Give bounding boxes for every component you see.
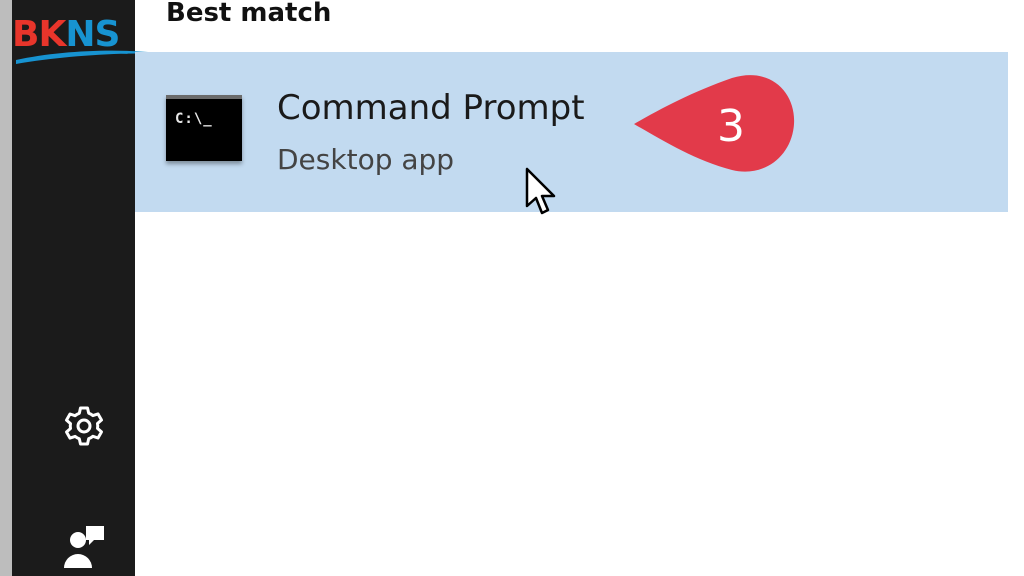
command-prompt-icon-glyph: C:\_ — [175, 111, 213, 127]
best-match-result-command-prompt[interactable]: C:\_ Command Prompt Desktop app — [135, 52, 1008, 212]
start-menu-rail — [12, 0, 135, 576]
section-heading-best-match: Best match — [166, 0, 332, 28]
result-subtitle: Desktop app — [277, 143, 455, 176]
feedback-person-icon — [64, 526, 104, 568]
screen-edge-strip — [0, 0, 12, 576]
settings-button[interactable] — [62, 404, 106, 448]
settings-gear-icon — [65, 406, 103, 446]
start-menu-search-screen: BKNS Best match C:\_ Command Prompt Desk… — [0, 0, 1024, 576]
feedback-button[interactable] — [62, 524, 106, 568]
result-title: Command Prompt — [277, 88, 585, 128]
step-number-label: 3 — [717, 101, 745, 152]
mouse-cursor-icon — [525, 167, 556, 215]
command-prompt-icon: C:\_ — [166, 95, 242, 161]
